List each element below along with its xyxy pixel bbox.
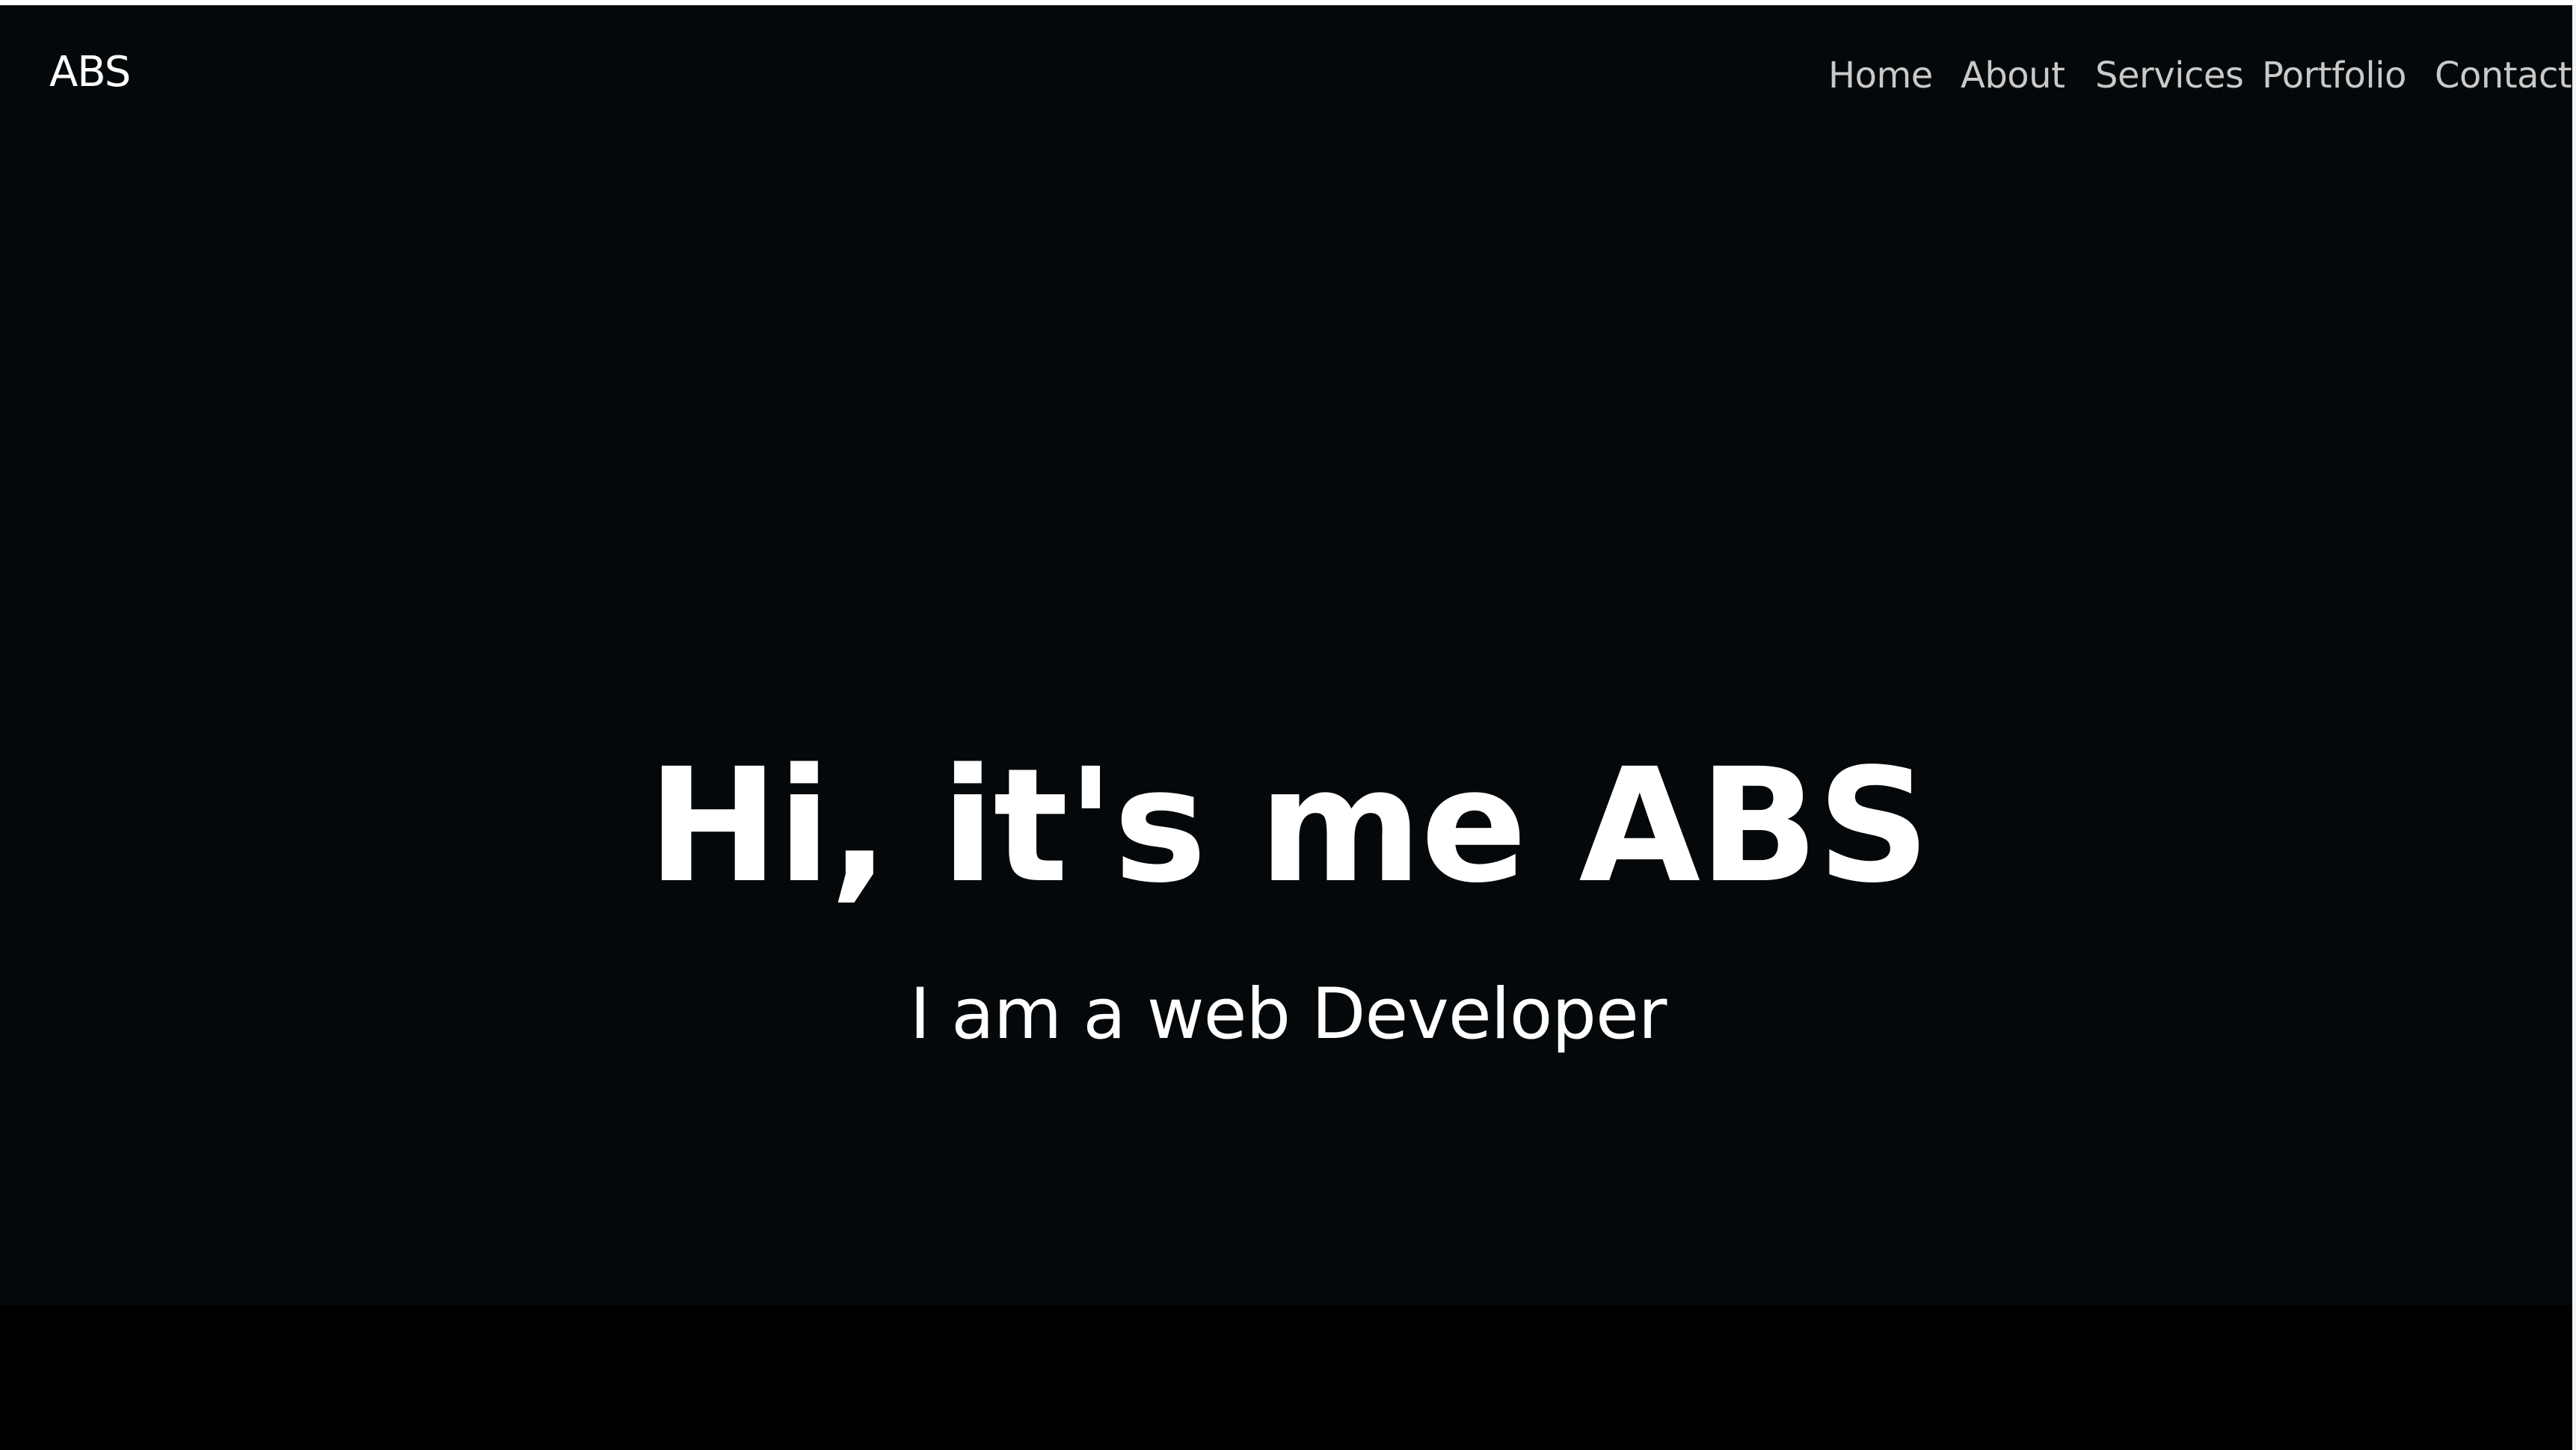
right-border <box>2572 5 2576 1450</box>
nav-item-about[interactable]: About <box>1961 58 2065 93</box>
nav-item-portfolio[interactable]: Portfolio <box>2262 58 2406 93</box>
page-frame: ABS Home About Services Portfolio Contac… <box>0 0 2576 1450</box>
hero-section <box>0 5 2576 1305</box>
nav-item-services[interactable]: Services <box>2095 58 2244 93</box>
site-logo[interactable]: ABS <box>49 52 131 93</box>
nav-item-home[interactable]: Home <box>1828 58 1933 93</box>
top-navigation: ABS Home About Services Portfolio Contac… <box>0 5 2576 155</box>
nav-item-contact[interactable]: Contact <box>2435 58 2572 93</box>
hero-title: Hi, it's me ABS <box>647 734 1931 918</box>
top-border <box>0 0 2576 5</box>
hero-subtitle: I am a web Developer <box>909 974 1667 1055</box>
